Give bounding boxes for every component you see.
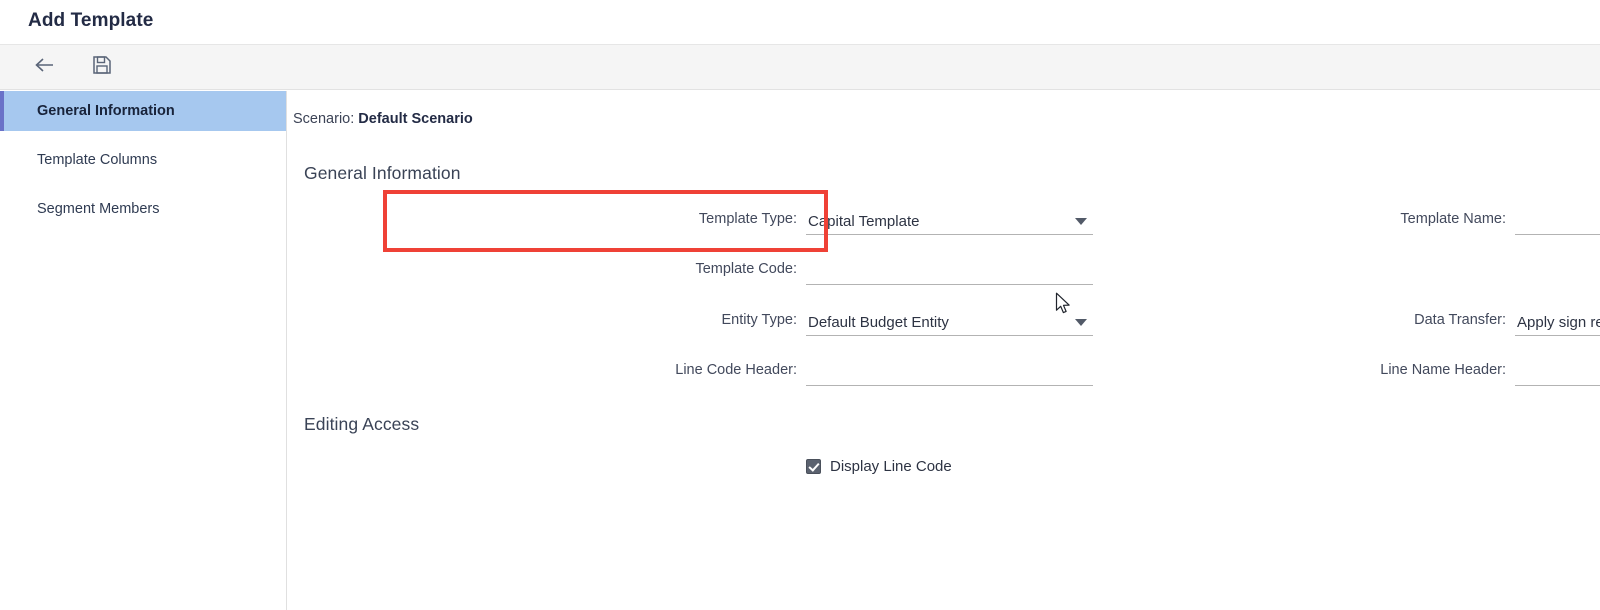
- sidebar-item-label: Template Columns: [37, 152, 158, 168]
- scenario-label: Scenario:: [293, 111, 355, 127]
- content-panel: Scenario: Default Scenario General Infor…: [288, 91, 1600, 610]
- section-heading-general-information: General Information: [304, 163, 461, 183]
- display-line-code-checkbox[interactable]: [806, 459, 821, 474]
- line-code-header-label: Line Code Header:: [675, 362, 797, 378]
- entity-type-select[interactable]: Default Budget Entity: [806, 309, 1093, 336]
- template-name-input[interactable]: [1515, 208, 1600, 235]
- sidebar-item-template-columns[interactable]: Template Columns: [0, 140, 286, 180]
- floppy-disk-save-icon: [92, 55, 112, 80]
- template-type-value: Capital Template: [808, 212, 920, 230]
- template-code-label: Template Code:: [695, 261, 797, 277]
- data-transfer-value: Apply sign reversal: [1517, 313, 1600, 331]
- sidebar-item-label: General Information: [37, 103, 175, 119]
- sidebar-item-segment-members[interactable]: Segment Members: [0, 189, 286, 229]
- toolbar: [0, 45, 1600, 90]
- window-titlebar: Add Template: [0, 0, 1600, 45]
- sidebar-item-general-information[interactable]: General Information: [0, 91, 286, 131]
- scenario-indicator: Scenario: Default Scenario: [293, 111, 473, 127]
- display-line-code-checkbox-row[interactable]: Display Line Code: [806, 458, 952, 475]
- add-template-window: Add Template General Information Templat…: [0, 0, 1600, 610]
- template-code-input[interactable]: [806, 258, 1093, 285]
- line-name-header-label: Line Name Header:: [1380, 362, 1506, 378]
- template-type-select[interactable]: Capital Template: [806, 208, 1093, 235]
- line-name-header-input[interactable]: [1515, 359, 1600, 386]
- template-name-label: Template Name:: [1400, 211, 1506, 227]
- data-transfer-select[interactable]: Apply sign reversal: [1515, 309, 1600, 336]
- chevron-down-icon[interactable]: [1075, 218, 1087, 225]
- section-heading-editing-access: Editing Access: [304, 414, 420, 434]
- data-transfer-label: Data Transfer:: [1414, 312, 1506, 328]
- template-type-label: Template Type:: [698, 211, 797, 227]
- entity-type-label: Entity Type:: [721, 312, 798, 328]
- entity-type-value: Default Budget Entity: [808, 313, 949, 331]
- page-title: Add Template: [28, 10, 154, 31]
- back-button[interactable]: [29, 52, 61, 82]
- line-code-header-input[interactable]: [806, 359, 1093, 386]
- sidebar-item-label: Segment Members: [37, 201, 160, 217]
- display-line-code-label: Display Line Code: [830, 458, 952, 475]
- chevron-down-icon[interactable]: [1075, 319, 1087, 326]
- save-button[interactable]: [86, 52, 118, 82]
- scenario-value: Default Scenario: [358, 111, 473, 127]
- back-arrow-icon: [34, 56, 56, 79]
- sidebar-navigation: General Information Template Columns Seg…: [0, 91, 287, 610]
